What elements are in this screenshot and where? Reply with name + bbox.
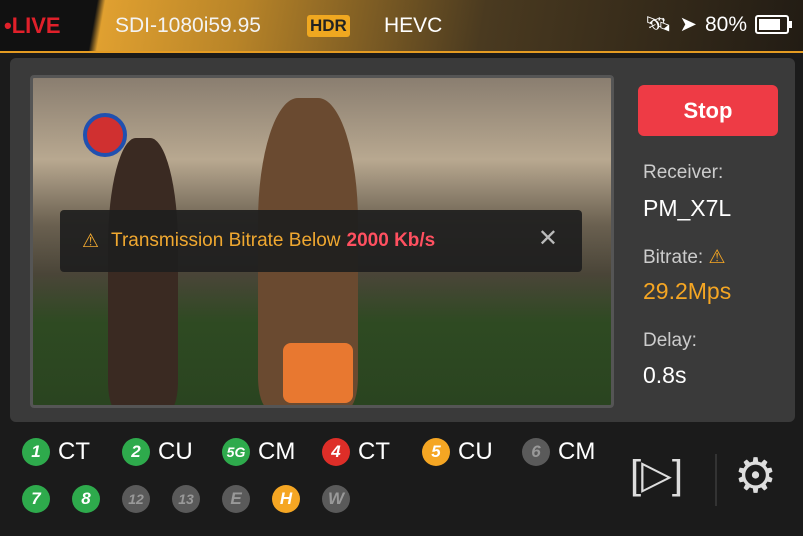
carrier-label: CM bbox=[258, 438, 296, 465]
carrier-label: CT bbox=[358, 438, 390, 465]
battery-percent: 80% bbox=[704, 12, 747, 36]
channel-badge: W bbox=[322, 485, 350, 513]
channel-badge: 1 bbox=[22, 438, 50, 466]
video-figure bbox=[108, 138, 178, 405]
channel-item[interactable]: 6 CM bbox=[522, 438, 595, 466]
battery-icon bbox=[755, 15, 792, 34]
bitrate-alert: ⚠ Transmission Bitrate Below 2000 Kb/s ✕ bbox=[60, 210, 582, 272]
sign bbox=[83, 113, 127, 157]
channel-badge: 5G bbox=[222, 438, 250, 466]
main-panel: ⚠ Transmission Bitrate Below 2000 Kb/s ✕… bbox=[10, 58, 795, 422]
alert-threshold: 2000 Kb/s bbox=[346, 230, 436, 251]
carrier-label: CT bbox=[58, 438, 90, 465]
channel-badge: 4 bbox=[322, 438, 350, 466]
delay-label: Delay: bbox=[643, 330, 697, 351]
carrier-label: CM bbox=[558, 438, 596, 465]
channel-badge: 13 bbox=[172, 485, 200, 513]
channel-badge: 5 bbox=[422, 438, 450, 466]
hdr-badge: HDR bbox=[307, 15, 350, 37]
bag bbox=[283, 343, 353, 403]
channel-badge: 8 bbox=[72, 485, 100, 513]
delay-value: 0.8s bbox=[643, 362, 687, 388]
divider bbox=[715, 454, 717, 506]
channel-badge: H bbox=[272, 485, 300, 513]
channel-item[interactable]: 13 bbox=[172, 485, 200, 513]
system-status: 🛰 ➤ 80% bbox=[644, 12, 792, 37]
channel-badge: 7 bbox=[22, 485, 50, 513]
channel-item[interactable]: 1 CT bbox=[22, 438, 90, 466]
live-indicator: •LIVE bbox=[4, 13, 61, 38]
channel-item[interactable]: W bbox=[322, 485, 350, 513]
receiver-value: PM_X7L bbox=[643, 195, 732, 221]
warning-icon: ⚠ bbox=[708, 247, 726, 268]
channel-item[interactable]: 7 bbox=[22, 485, 50, 513]
record-play-button[interactable]: [▷] bbox=[630, 452, 683, 498]
close-icon[interactable]: ✕ bbox=[538, 224, 558, 253]
stop-button[interactable]: Stop bbox=[638, 85, 778, 136]
channel-badge: E bbox=[222, 485, 250, 513]
warning-icon: ⚠ bbox=[82, 230, 100, 252]
channel-item[interactable]: E bbox=[222, 485, 250, 513]
alert-text: Transmission Bitrate Below bbox=[111, 230, 341, 251]
channel-item[interactable]: 8 bbox=[72, 485, 100, 513]
channel-badge: 6 bbox=[522, 438, 550, 466]
channel-item[interactable]: 4 CT bbox=[322, 438, 390, 466]
channel-item[interactable]: 5G CM bbox=[222, 438, 295, 466]
location-arrow-icon: ➤ bbox=[679, 13, 697, 36]
channel-badge: 12 bbox=[122, 485, 150, 513]
satellite-icon: 🛰 bbox=[644, 12, 672, 36]
channel-badge: 2 bbox=[122, 438, 150, 466]
channel-item[interactable]: 12 bbox=[122, 485, 150, 513]
bitrate-value: 29.2Mps bbox=[643, 278, 732, 304]
gear-icon[interactable]: ⚙ bbox=[734, 452, 777, 500]
channel-item[interactable]: 2 CU bbox=[122, 438, 193, 466]
status-bar: •LIVE SDI-1080i59.95 HDR HEVC 🛰 ➤ 80% bbox=[0, 0, 803, 53]
video-format: SDI-1080i59.95 bbox=[115, 14, 261, 37]
channel-item[interactable]: 5 CU bbox=[422, 438, 493, 466]
channel-item[interactable]: H bbox=[272, 485, 300, 513]
codec: HEVC bbox=[384, 14, 443, 37]
receiver-label: Receiver: bbox=[643, 162, 724, 183]
carrier-label: CU bbox=[158, 438, 193, 465]
carrier-label: CU bbox=[458, 438, 493, 465]
bitrate-label: Bitrate: ⚠ bbox=[643, 247, 726, 268]
